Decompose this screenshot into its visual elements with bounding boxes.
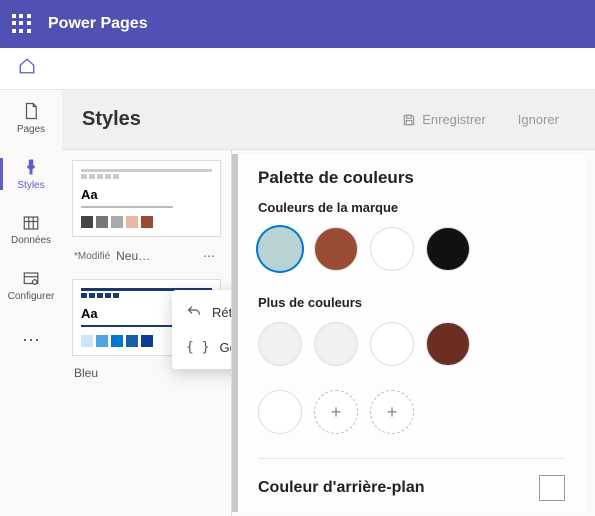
save-label: Enregistrer [422,112,486,127]
theme-card-neutral[interactable]: Aa [72,160,221,237]
save-icon [402,113,416,127]
add-color-1[interactable]: + [314,390,358,434]
theme-more-button[interactable]: ⋯ [199,247,219,265]
nav-styles-label: Styles [17,180,44,191]
swatch-more-4[interactable] [426,322,470,366]
more-icon: ⋯ [22,330,40,351]
modified-badge: *Modifié [74,251,110,262]
menu-manage-css[interactable]: { } Gérer CSS [172,330,232,365]
color-panel: Palette de couleurs Couleurs de la marqu… [232,154,585,512]
braces-icon: { } [186,340,209,355]
brand-swatches [258,227,565,271]
ignore-label: Ignorer [518,112,559,127]
undo-icon [186,304,202,320]
nav-data[interactable]: Données [0,202,62,258]
menu-css-label: Gérer CSS [219,340,232,355]
more-swatches-1 [258,322,565,366]
swatch-more-1[interactable] [258,322,302,366]
swatch-more-2[interactable] [314,322,358,366]
nav-configure-label: Configurer [8,291,55,302]
home-icon[interactable] [18,57,36,80]
swatch-brand-2[interactable] [314,227,358,271]
swatch-more-3[interactable] [370,322,414,366]
brand-title: Couleurs de la marque [258,200,565,215]
theme-list: Aa *Modifié Neu… ⋯ [62,150,232,516]
app-title: Power Pages [48,15,148,33]
app-launcher-icon[interactable] [12,14,32,34]
nav-more[interactable]: ⋯ [0,314,62,370]
nav-configure[interactable]: Configurer [0,258,62,314]
nav-styles[interactable]: Styles [0,146,62,202]
nav-pages[interactable]: Pages [0,90,62,146]
swatch-more-5[interactable] [258,390,302,434]
context-menu: Rétablir les valeurs par défaut { } Gére… [172,290,232,369]
swatch-brand-3[interactable] [370,227,414,271]
ignore-button[interactable]: Ignorer [502,105,575,134]
nav-data-label: Données [11,235,51,246]
page-title: Styles [82,108,386,131]
bg-title: Couleur d'arrière-plan [258,479,425,497]
swatch-brand-4[interactable] [426,227,470,271]
theme-name-neutral: Neu… [116,249,150,263]
nav-pages-label: Pages [17,124,45,135]
menu-reset[interactable]: Rétablir les valeurs par défaut [172,294,232,330]
bg-color-swatch[interactable] [539,475,565,501]
swatch-brand-1[interactable] [258,227,302,271]
add-color-2[interactable]: + [370,390,414,434]
palette-title: Palette de couleurs [258,168,565,188]
more-swatches-2: + + [258,390,565,434]
more-title: Plus de couleurs [258,295,565,310]
left-nav: Pages Styles Données Configurer ⋯ [0,90,62,516]
menu-reset-label: Rétablir les valeurs par défaut [212,305,232,320]
save-button[interactable]: Enregistrer [386,105,502,134]
